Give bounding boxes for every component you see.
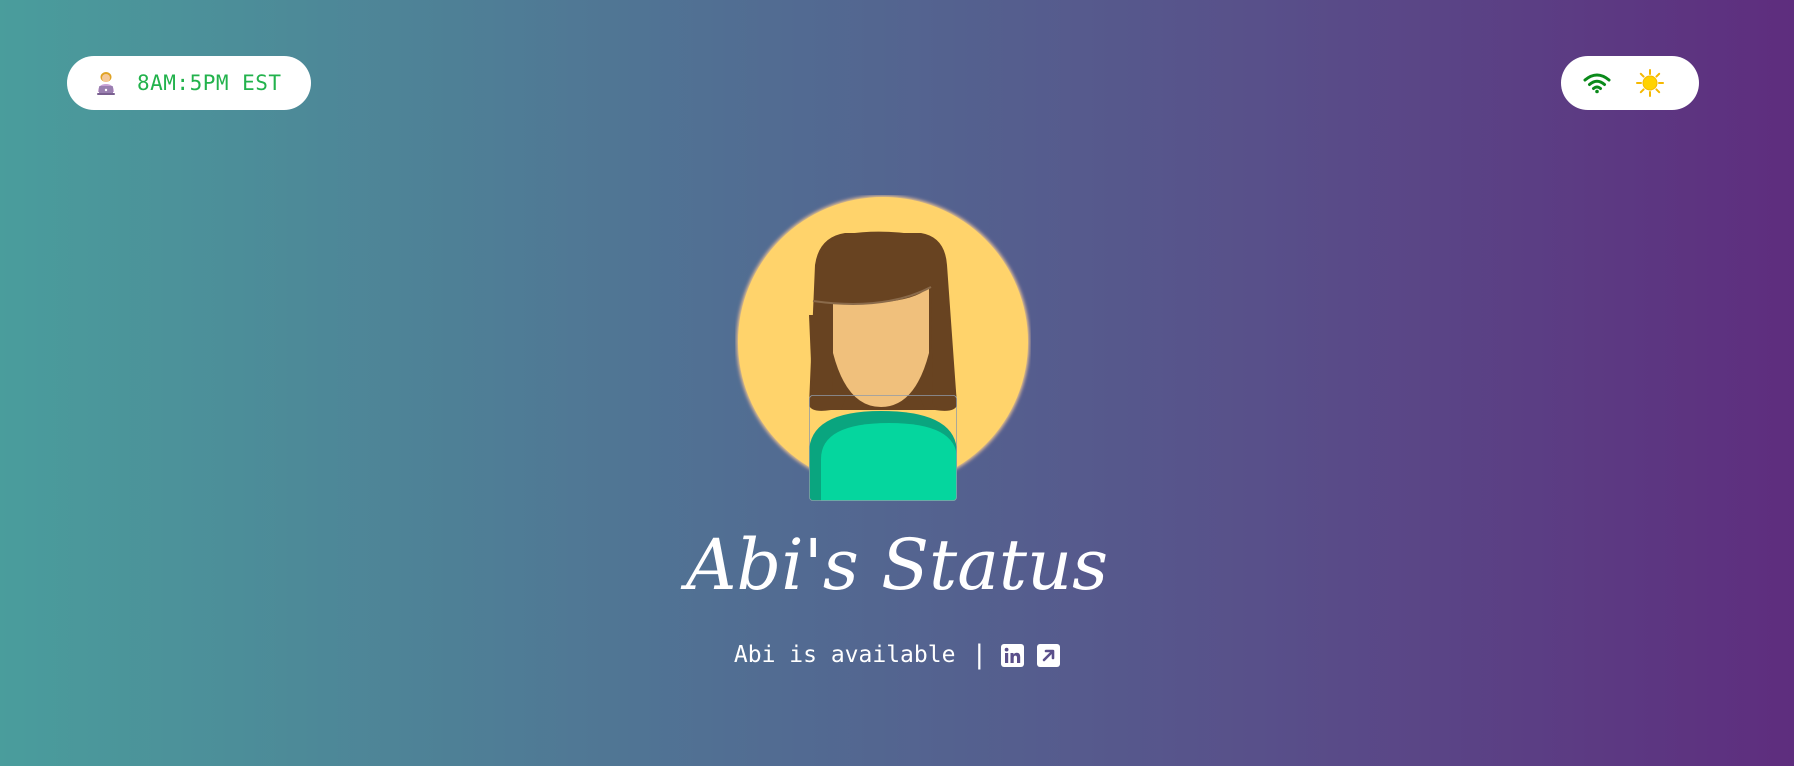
status-line: Abi is available | (0, 640, 1794, 670)
separator: | (971, 640, 988, 670)
linkedin-icon[interactable] (1001, 643, 1025, 667)
woman-technologist-icon (93, 70, 119, 96)
work-hours-text: 8AM:5PM EST (137, 71, 282, 95)
work-hours-pill: 8AM:5PM EST (67, 56, 311, 110)
sun-icon (1635, 68, 1665, 98)
wifi-icon (1583, 72, 1611, 94)
woman-avatar-icon (736, 195, 1030, 501)
status-indicators-pill (1561, 56, 1699, 110)
avatar (735, 195, 1031, 503)
page-title: Abi's Status (685, 524, 1109, 606)
availability-status: Abi is available (733, 642, 956, 668)
external-link-icon[interactable] (1037, 643, 1061, 667)
